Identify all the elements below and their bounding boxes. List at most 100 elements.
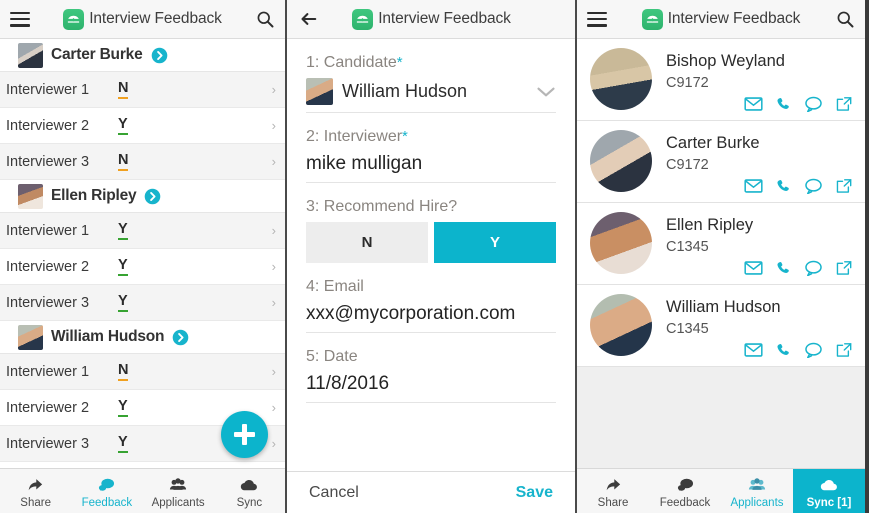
tab-label: Applicants: [730, 497, 784, 509]
avatar-carter-burke: [18, 42, 43, 68]
candidate-dropdown[interactable]: William Hudson: [306, 78, 556, 113]
required-marker: *: [396, 54, 403, 71]
interviewer-label-text: 2: Interviewer: [306, 128, 403, 145]
app-title: Interview Feedback: [378, 10, 511, 27]
tab-sync[interactable]: Sync: [214, 469, 285, 513]
table-row[interactable]: Interviewer 2 Y ›: [0, 249, 285, 285]
email-icon[interactable]: [744, 260, 763, 276]
tab-share[interactable]: Share: [0, 469, 71, 513]
list-item[interactable]: Ellen Ripley C1345: [577, 203, 865, 285]
group-header[interactable]: William Hudson: [0, 321, 285, 354]
phone-icon[interactable]: [775, 260, 792, 276]
left-tab-bar: Share Feedback Applicants Sync: [0, 468, 285, 513]
list-item[interactable]: Bishop Weyland C9172: [577, 39, 865, 121]
app-logo-icon: [352, 8, 374, 30]
email-icon[interactable]: [744, 96, 763, 112]
search-icon[interactable]: [255, 9, 275, 29]
email-label: 4: Email: [306, 278, 364, 295]
interviewer-input[interactable]: mike mulligan: [306, 152, 556, 183]
go-arrow-icon[interactable]: [151, 47, 168, 64]
contact-info: Ellen Ripley C1345: [666, 212, 753, 284]
row-vote: Y: [118, 221, 128, 240]
contact-name: Carter Burke: [666, 134, 760, 152]
list-item[interactable]: William Hudson C1345: [577, 285, 865, 367]
save-button[interactable]: Save: [516, 484, 553, 502]
group-header[interactable]: Carter Burke: [0, 39, 285, 72]
message-icon[interactable]: [804, 178, 823, 194]
group-name: Ellen Ripley: [51, 187, 137, 204]
row-vote: Y: [118, 116, 128, 135]
email-icon[interactable]: [744, 342, 763, 358]
tab-label: Sync [1]: [806, 497, 852, 509]
row-vote: Y: [118, 293, 128, 312]
tab-label: Share: [20, 497, 51, 509]
date-input[interactable]: 11/8/2016: [306, 372, 556, 403]
open-external-icon[interactable]: [835, 178, 853, 194]
open-external-icon[interactable]: [835, 342, 853, 358]
applicants-list[interactable]: Bishop Weyland C9172 Carter Burke C9172: [577, 39, 865, 468]
table-row[interactable]: Interviewer 1 N ›: [0, 72, 285, 108]
email-input[interactable]: xxx@mycorporation.com: [306, 302, 556, 333]
row-vote: N: [118, 80, 129, 99]
chevron-down-icon[interactable]: [536, 85, 556, 99]
hamburger-menu-icon[interactable]: [10, 11, 30, 27]
tab-feedback[interactable]: Feedback: [71, 469, 142, 513]
phone-icon[interactable]: [775, 96, 792, 112]
add-feedback-fab[interactable]: [221, 411, 268, 458]
right-appbar: Interview Feedback: [577, 0, 865, 39]
hamburger-menu-icon[interactable]: [587, 11, 607, 27]
message-icon[interactable]: [804, 342, 823, 358]
right-tab-bar: Share Feedback Applicants Sync [1]: [577, 468, 865, 513]
tab-share[interactable]: Share: [577, 469, 649, 513]
search-icon[interactable]: [835, 9, 855, 29]
tab-feedback[interactable]: Feedback: [649, 469, 721, 513]
chevron-right-icon: ›: [271, 436, 276, 451]
recommend-option-yes[interactable]: Y: [434, 222, 556, 263]
row-label: Interviewer 3: [6, 435, 90, 452]
contact-actions: [744, 96, 853, 112]
cancel-button[interactable]: Cancel: [309, 484, 359, 502]
tab-applicants[interactable]: Applicants: [721, 469, 793, 513]
share-icon: [25, 476, 46, 495]
chevron-right-icon: ›: [271, 259, 276, 274]
email-icon[interactable]: [744, 178, 763, 194]
tab-applicants[interactable]: Applicants: [143, 469, 214, 513]
candidate-label-text: 1: Candidate: [306, 54, 397, 71]
list-item[interactable]: Carter Burke C9172: [577, 121, 865, 203]
phone-icon[interactable]: [775, 342, 792, 358]
message-icon[interactable]: [804, 96, 823, 112]
middle-title-group: Interview Feedback: [319, 8, 544, 30]
app-title: Interview Feedback: [667, 10, 801, 27]
contact-name: William Hudson: [666, 298, 781, 316]
sync-cloud-icon: [238, 476, 260, 495]
row-label: Interviewer 1: [6, 363, 90, 380]
tab-sync[interactable]: Sync [1]: [793, 469, 865, 513]
open-external-icon[interactable]: [835, 96, 853, 112]
table-row[interactable]: Interviewer 2 Y ›: [0, 108, 285, 144]
row-label: Interviewer 1: [6, 81, 90, 98]
recommend-option-no[interactable]: N: [306, 222, 428, 263]
message-icon[interactable]: [804, 260, 823, 276]
tab-label: Feedback: [81, 497, 133, 509]
table-row[interactable]: Interviewer 1 Y ›: [0, 213, 285, 249]
group-header[interactable]: Ellen Ripley: [0, 180, 285, 213]
go-arrow-icon[interactable]: [172, 329, 189, 346]
table-row[interactable]: Interviewer 3 Y ›: [0, 285, 285, 321]
avatar-william-hudson: [306, 78, 333, 105]
avatar-william-hudson: [18, 324, 43, 350]
table-row[interactable]: Interviewer 1 N ›: [0, 354, 285, 390]
back-arrow-icon[interactable]: [297, 9, 319, 29]
chevron-right-icon: ›: [271, 400, 276, 415]
phone-icon[interactable]: [775, 178, 792, 194]
applicants-people-icon: [746, 476, 768, 495]
open-external-icon[interactable]: [835, 260, 853, 276]
left-appbar: Interview Feedback: [0, 0, 285, 39]
contact-name: Bishop Weyland: [666, 52, 785, 70]
candidate-value: William Hudson: [342, 81, 468, 101]
candidate-label: 1: Candidate*: [306, 54, 556, 72]
contact-actions: [744, 178, 853, 194]
go-arrow-icon[interactable]: [144, 188, 161, 205]
row-vote: Y: [118, 257, 128, 276]
feedback-list[interactable]: Carter Burke Interviewer 1 N › Interview…: [0, 39, 285, 468]
table-row[interactable]: Interviewer 3 N ›: [0, 144, 285, 180]
